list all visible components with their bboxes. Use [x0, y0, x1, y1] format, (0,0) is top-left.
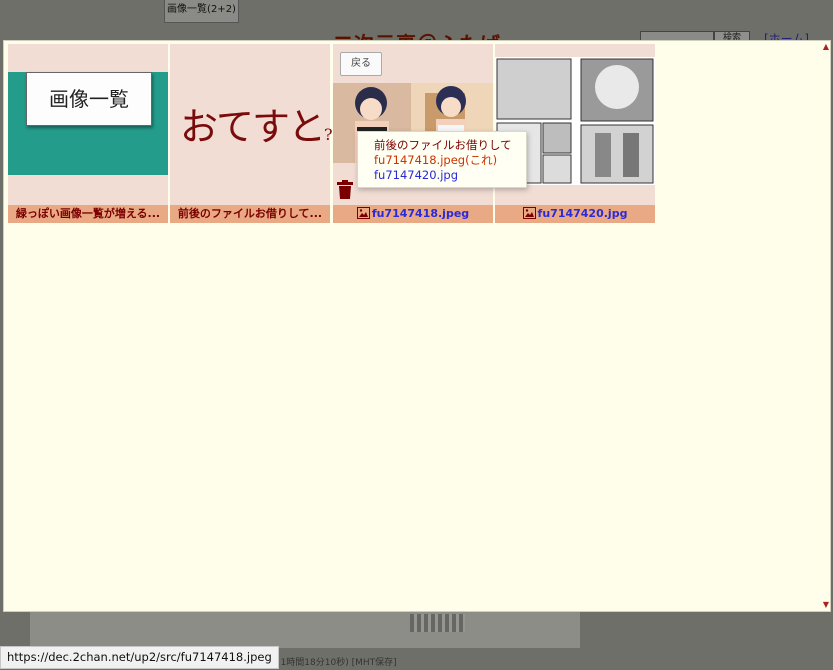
- card-caption[interactable]: 前後のファイルお借りして...: [170, 205, 330, 223]
- modal-scrollbar[interactable]: ▲ ▼: [820, 41, 830, 611]
- card-caption[interactable]: fu7147418.jpeg: [333, 205, 493, 223]
- background-blurred-text: [410, 614, 465, 632]
- background-thread-image: [30, 610, 580, 648]
- image-list-modal: 画像一覧 緑っぽい画像一覧が増える... おてすと?05 前後のファイルお借りし…: [3, 40, 831, 612]
- scroll-up-arrow-icon[interactable]: ▲: [823, 43, 829, 51]
- file-tooltip: 前後のファイルお借りして fu7147418.jpeg(これ) fu714742…: [357, 131, 527, 188]
- scroll-down-arrow-icon[interactable]: ▼: [823, 601, 829, 609]
- thumbnail-image[interactable]: 画像一覧: [8, 72, 168, 175]
- card-caption[interactable]: fu7147420.jpg: [495, 205, 655, 223]
- back-button[interactable]: 戻る: [340, 52, 382, 76]
- thumbnail-image[interactable]: おてすと?05: [180, 96, 353, 151]
- file-link[interactable]: fu7147420.jpg: [538, 207, 628, 220]
- tooltip-current-file: fu7147418.jpeg(これ): [374, 153, 498, 167]
- thumbnail-label: 画像一覧: [26, 72, 152, 126]
- image-card-1[interactable]: 画像一覧 緑っぽい画像一覧が増える...: [8, 44, 168, 223]
- file-link[interactable]: fu7147418.jpeg: [372, 207, 469, 220]
- tooltip-next-file: fu7147420.jpg: [374, 168, 459, 182]
- image-icon: [522, 207, 536, 223]
- tooltip-comment: 前後のファイルお借りして: [374, 138, 512, 152]
- image-card-2[interactable]: おてすと?05 前後のファイルお借りして...: [170, 44, 353, 223]
- status-bar-url: https://dec.2chan.net/up2/src/fu7147418.…: [0, 646, 279, 669]
- image-icon: [356, 207, 370, 223]
- thumbnail-handwriting: おてすと: [180, 105, 326, 149]
- card-caption[interactable]: 緑っぽい画像一覧が増える...: [8, 205, 168, 223]
- image-list-tab[interactable]: 画像一覧(2+2): [164, 0, 239, 23]
- trash-icon[interactable]: [336, 180, 354, 200]
